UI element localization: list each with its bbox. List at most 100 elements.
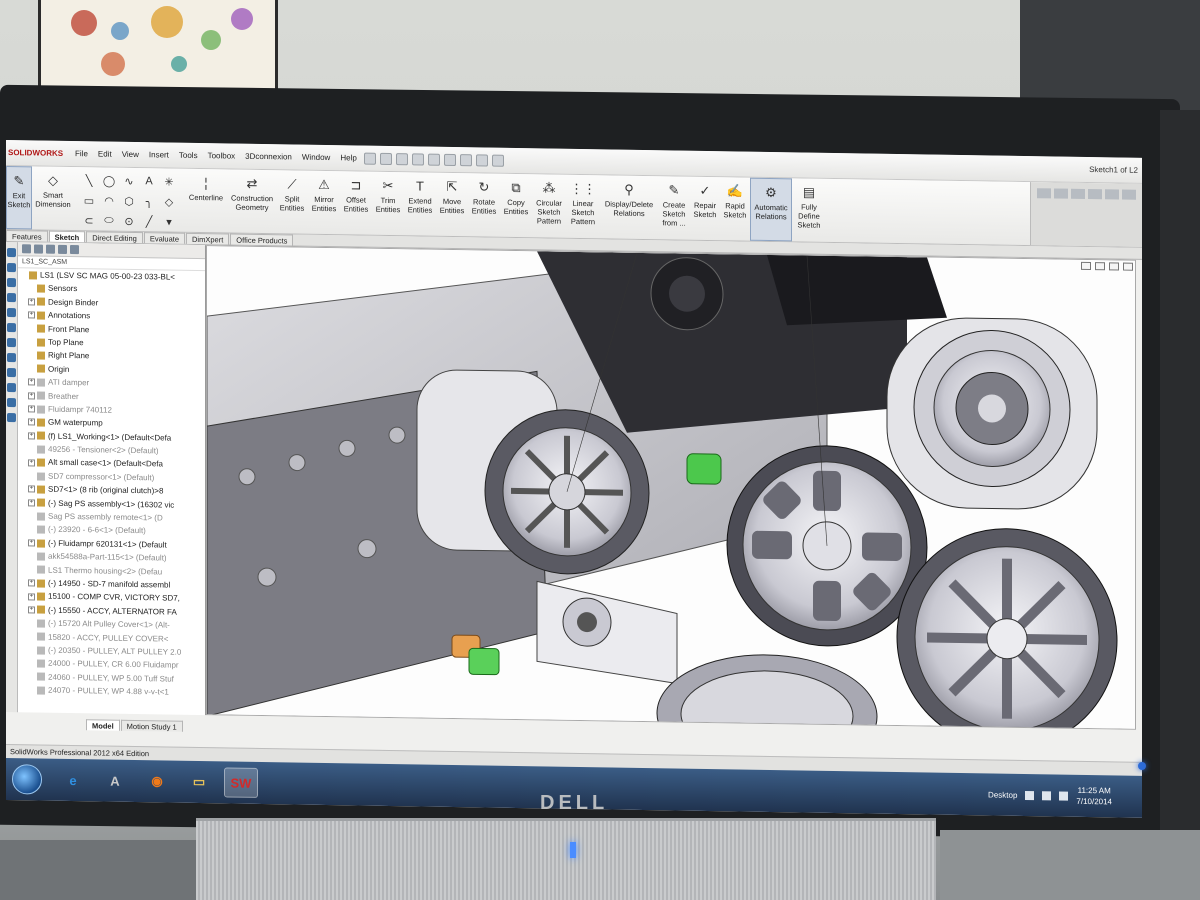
explorer-taskbar-button[interactable]: ▭ (182, 767, 216, 798)
start-button[interactable] (12, 764, 42, 795)
tile-icon[interactable] (1081, 261, 1091, 271)
view-settings-icon[interactable] (1122, 189, 1136, 200)
ribbon-tool-4[interactable]: ⊐ Offset Entities (340, 171, 372, 235)
view-orientation-icon[interactable] (1037, 188, 1051, 199)
ribbon-tool-14[interactable]: ✓ Repair Sketch (690, 177, 720, 240)
slot-icon[interactable]: ⊂ (80, 211, 98, 229)
minimize-icon[interactable] (1095, 262, 1105, 271)
fillet-icon[interactable]: ╮ (140, 192, 158, 210)
expand-toggle-icon[interactable]: + (28, 298, 35, 306)
more-icon[interactable]: ▾ (160, 212, 178, 230)
appearance-icon[interactable] (1088, 188, 1102, 200)
expand-toggle-icon[interactable]: + (28, 311, 35, 319)
ribbon-tool-17[interactable]: ▤ Fully Define Sketch (792, 178, 826, 242)
desktop-toolbar[interactable]: Desktop (988, 790, 1017, 799)
tab-model[interactable]: Model (86, 719, 120, 731)
ribbon-tool-13[interactable]: ✎ Create Sketch from ... (658, 176, 690, 240)
expand-toggle-icon[interactable]: + (28, 432, 35, 440)
tab-evaluate[interactable]: Evaluate (143, 232, 186, 244)
ribbon-tool-5[interactable]: ✂ Trim Entities (372, 172, 404, 236)
expand-toggle-icon[interactable]: + (28, 485, 35, 493)
menu-toolbox[interactable]: Toolbox (203, 151, 241, 161)
rebuild-icon[interactable] (475, 153, 488, 167)
point-icon[interactable]: ✳ (160, 172, 178, 190)
firefox-taskbar-button[interactable]: ◉ (140, 766, 174, 797)
dimxpert-manager-icon[interactable] (58, 244, 67, 254)
scene-icon[interactable] (1105, 189, 1119, 200)
flag-icon[interactable] (1059, 791, 1069, 801)
volume-icon[interactable] (1042, 790, 1052, 800)
polygon-icon[interactable]: ⬡ (120, 192, 138, 210)
menu-file[interactable]: File (70, 149, 93, 158)
expand-toggle-icon[interactable]: + (28, 592, 35, 601)
ribbon-tool-3[interactable]: ⚠ Mirror Entities (308, 171, 340, 235)
tool-icon[interactable] (7, 293, 16, 303)
exit-sketch-button[interactable]: ✎ Exit Sketch (6, 166, 32, 230)
adobe-reader-taskbar-button[interactable]: A (98, 765, 132, 796)
menu-3dconnexion[interactable]: 3Dconnexion (240, 152, 297, 162)
ribbon-tool-6[interactable]: T Extend Entities (404, 172, 436, 236)
engine-model[interactable] (206, 246, 1136, 730)
tab-office-products[interactable]: Office Products (230, 233, 294, 246)
property-manager-icon[interactable] (34, 244, 43, 254)
tool-icon[interactable] (7, 413, 16, 423)
clock[interactable]: 11:25 AM 7/10/2014 (1076, 785, 1112, 808)
tab-direct-editing[interactable]: Direct Editing (86, 231, 143, 244)
tab-sketch[interactable]: Sketch (48, 230, 86, 243)
text-icon[interactable]: A (140, 172, 158, 190)
solidworks-taskbar-button[interactable]: SW (224, 767, 258, 798)
ribbon-tool-11[interactable]: ⋮⋮ Linear Sketch Pattern (566, 175, 600, 239)
ribbon-tool-10[interactable]: ⁂ Circular Sketch Pattern (532, 174, 566, 238)
redo-icon[interactable] (443, 153, 456, 166)
smart-dimension-button[interactable]: ◇ Smart Dimension (32, 166, 74, 230)
ribbon-tool-2[interactable]: ⟋ Split Entities (276, 170, 308, 234)
expand-toggle-icon[interactable]: + (28, 405, 35, 413)
menu-tools[interactable]: Tools (174, 151, 203, 160)
print-icon[interactable] (411, 152, 424, 166)
expand-toggle-icon[interactable]: + (28, 378, 35, 386)
menu-window[interactable]: Window (297, 153, 335, 163)
expand-toggle-icon[interactable]: + (28, 499, 35, 507)
ribbon-tool-0[interactable]: ¦ Centerline (184, 169, 228, 233)
expand-toggle-icon[interactable]: + (28, 418, 35, 426)
network-icon[interactable] (1025, 790, 1035, 800)
tool-icon[interactable] (7, 308, 16, 318)
feature-manager-icon[interactable] (22, 244, 31, 254)
expand-toggle-icon[interactable]: + (28, 392, 35, 400)
tool-icon[interactable] (7, 323, 16, 333)
spline-icon[interactable]: ∿ (120, 172, 138, 190)
close-icon[interactable] (1123, 262, 1133, 271)
display-style-icon[interactable] (1054, 188, 1068, 199)
menu-help[interactable]: Help (335, 153, 361, 162)
hide-show-icon[interactable] (1071, 188, 1085, 199)
line-icon[interactable]: ╲ (80, 171, 98, 189)
ribbon-tool-8[interactable]: ↻ Rotate Entities (468, 173, 500, 237)
options-icon[interactable] (491, 154, 504, 167)
tab-features[interactable]: Features (6, 230, 48, 242)
ribbon-tool-1[interactable]: ⇄ Construction Geometry (228, 169, 276, 233)
tool-icon[interactable] (7, 248, 16, 258)
menu-insert[interactable]: Insert (144, 150, 174, 159)
tool-icon[interactable] (7, 338, 16, 348)
ribbon-tool-9[interactable]: ⧉ Copy Entities (500, 174, 532, 238)
internet-explorer-taskbar-button[interactable]: e (56, 765, 90, 796)
centerpoint-icon[interactable]: ⊙ (120, 212, 138, 230)
ribbon-tool-7[interactable]: ⇱ Move Entities (436, 173, 468, 237)
maximize-icon[interactable] (1109, 262, 1119, 271)
ellipse-icon[interactable]: ⬭ (100, 211, 118, 229)
tool-icon[interactable] (7, 398, 16, 408)
ribbon-tool-12[interactable]: ⚲ Display/Delete Relations (600, 175, 658, 239)
chamfer-icon[interactable]: ╱ (140, 212, 158, 230)
expand-toggle-icon[interactable]: + (28, 606, 35, 614)
open-icon[interactable] (379, 152, 392, 165)
tab-motion-study[interactable]: Motion Study 1 (120, 719, 183, 732)
tool-icon[interactable] (7, 263, 16, 273)
save-icon[interactable] (395, 152, 408, 165)
menu-view[interactable]: View (117, 150, 144, 159)
tab-dimxpert[interactable]: DimXpert (186, 232, 230, 245)
display-manager-icon[interactable] (70, 245, 79, 255)
tool-icon[interactable] (7, 368, 16, 378)
ribbon-tool-15[interactable]: ✍ Rapid Sketch (720, 177, 750, 240)
undo-icon[interactable] (427, 153, 440, 166)
tree-item[interactable]: 24070 - PULLEY, WP 4.88 v-v-t<1 (18, 683, 205, 699)
